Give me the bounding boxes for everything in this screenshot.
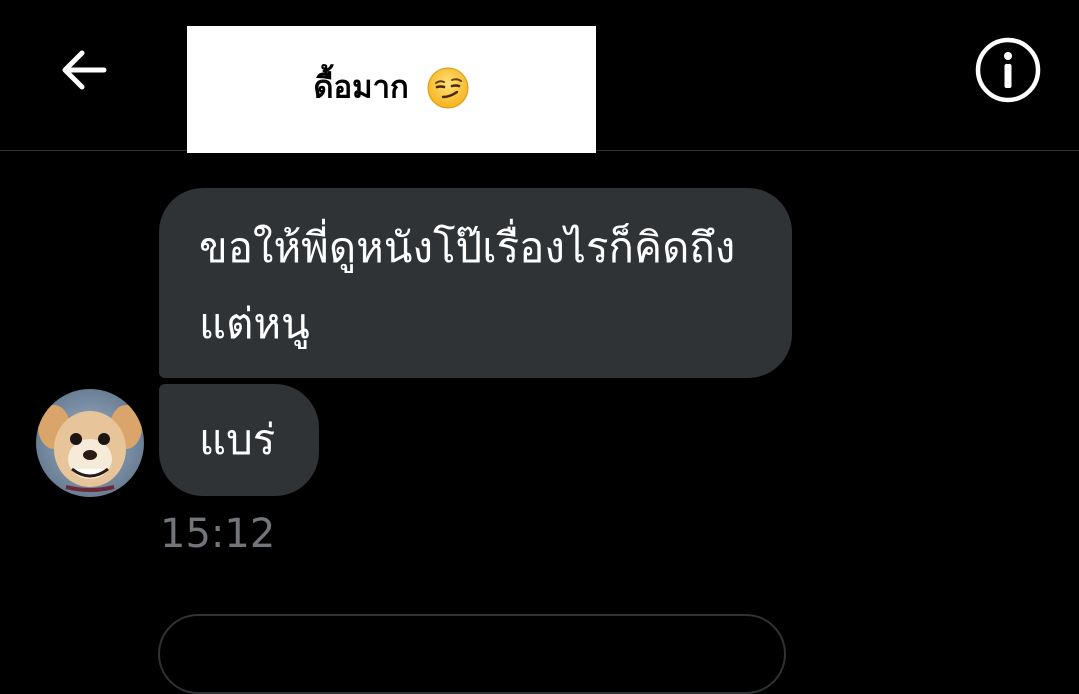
- info-icon: [975, 37, 1041, 103]
- smirking-face-icon: [427, 67, 469, 109]
- message-bubble[interactable]: ขอให้พี่ดูหนังโป๊เรื่องไรก็คิดถึงแต่หนู: [159, 188, 792, 378]
- message-timestamp: 15:12: [160, 511, 276, 557]
- avatar[interactable]: [36, 389, 144, 497]
- back-button[interactable]: [52, 38, 116, 102]
- message-text: แบร่: [199, 415, 276, 464]
- dog-avatar-icon: [36, 389, 144, 497]
- message-bubble[interactable]: แบร่: [159, 384, 319, 496]
- conversation-info-button[interactable]: [974, 36, 1042, 104]
- arrow-left-icon: [62, 50, 107, 90]
- message-text: ขอให้พี่ดูหนังโป๊เรื่องไรก็คิดถึงแต่หนู: [199, 223, 736, 348]
- conversation-header: ดื้อมาก: [0, 0, 1079, 153]
- conversation-title-label: ดื้อมาก: [313, 69, 409, 106]
- conversation-title[interactable]: ดื้อมาก: [187, 26, 596, 153]
- message-composer[interactable]: [158, 614, 786, 694]
